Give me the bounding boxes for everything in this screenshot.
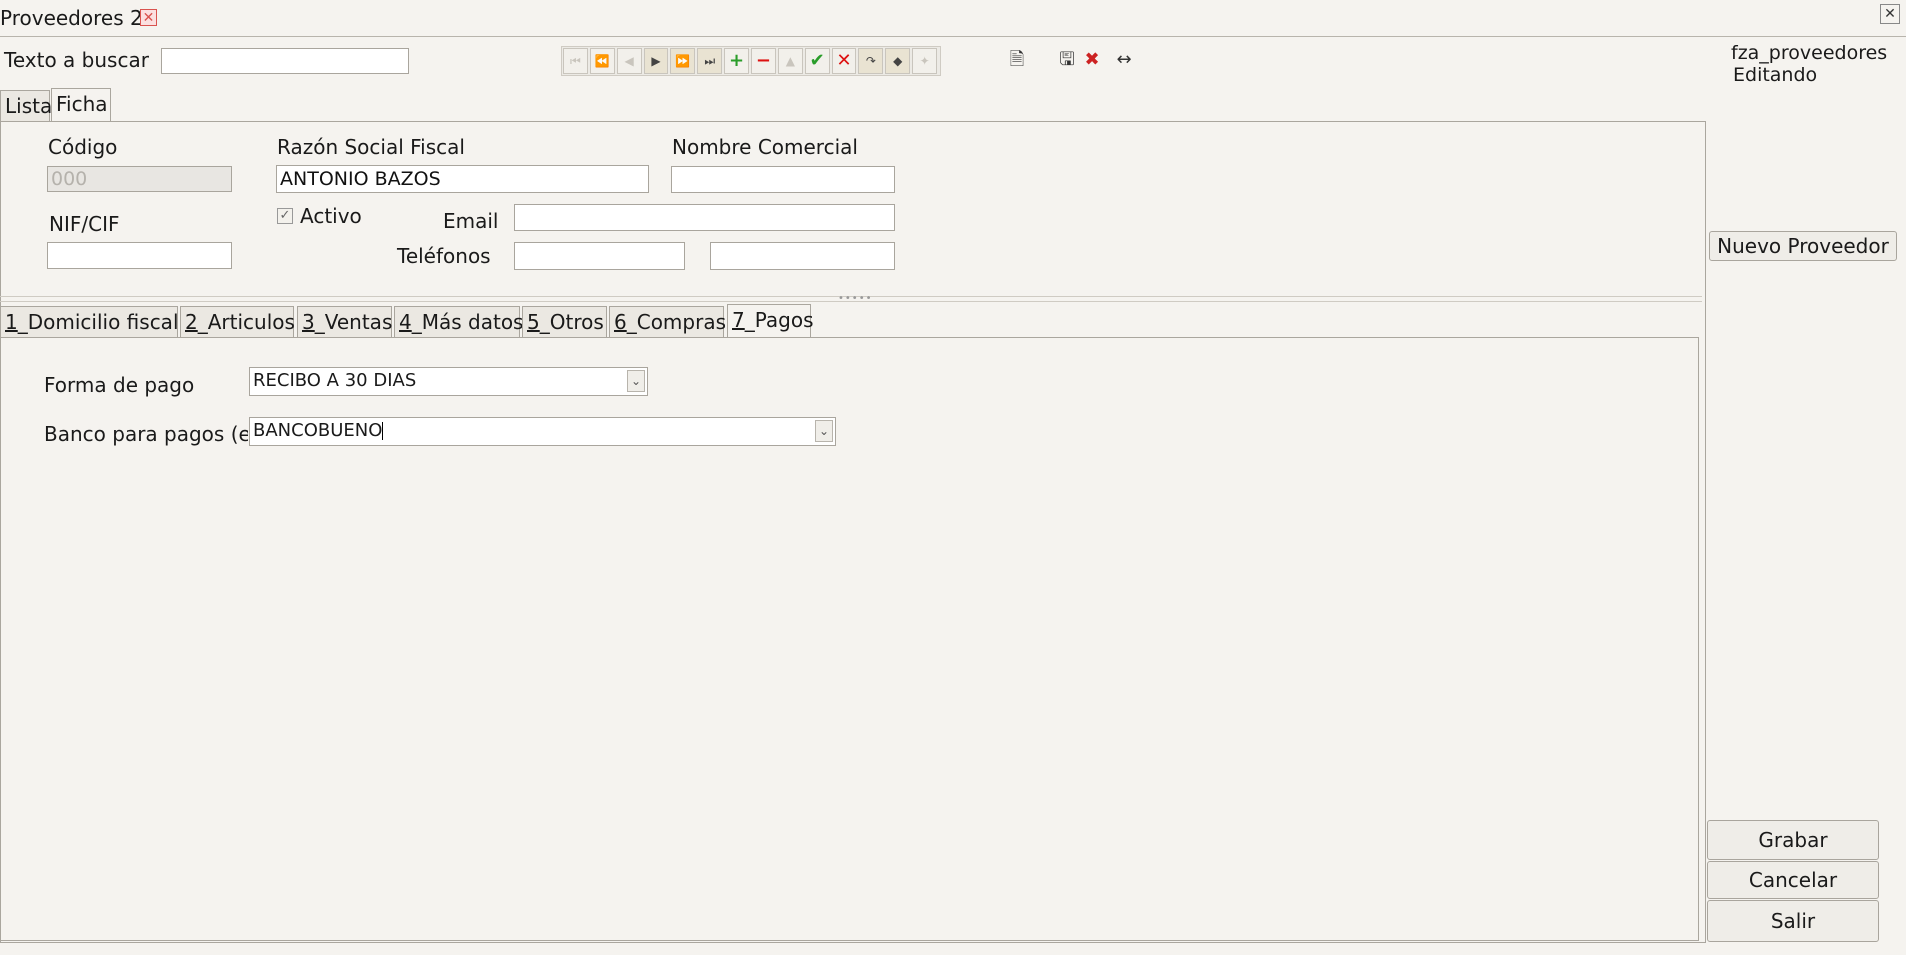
codigo-label: Código <box>48 135 118 159</box>
telefono2-field[interactable] <box>710 242 895 270</box>
add-icon[interactable]: + <box>724 48 750 74</box>
tab-label: _Otros <box>539 310 604 334</box>
tab-mnemonic: 4 <box>399 310 412 334</box>
tab-sub-4[interactable]: 4_Más datos <box>394 306 523 338</box>
extra-toolbar: 🗎 🖫 ✖ ↔ <box>1006 49 1135 73</box>
export-icon[interactable]: 🗎 <box>1006 49 1028 71</box>
tab-label: _Más datos <box>411 310 524 334</box>
cancel-icon[interactable]: ✕ <box>831 48 857 74</box>
tab-mnemonic: 3 <box>302 310 315 334</box>
mode-label: Editando <box>1733 64 1818 86</box>
banco-select[interactable]: BANCOBUENO ⌄ <box>249 417 836 446</box>
divider <box>0 36 1906 37</box>
prev-page-icon[interactable]: ⏪ <box>589 48 615 74</box>
tab-ficha[interactable]: Ficha <box>51 88 111 122</box>
resize-icon[interactable]: ↔ <box>1113 49 1135 71</box>
chevron-down-icon[interactable]: ⌄ <box>815 420 833 442</box>
nombre-comercial-field[interactable] <box>671 166 895 193</box>
activo-label: Activo <box>300 204 362 228</box>
tab-label: _Articulos <box>197 310 295 334</box>
tab-mnemonic: 2 <box>185 310 198 334</box>
save-icon[interactable]: 🖫 <box>1056 49 1078 71</box>
window-close-icon[interactable]: ✕ <box>1880 4 1900 24</box>
codigo-field[interactable] <box>47 166 232 192</box>
tab-sub-7[interactable]: 7_Pagos <box>727 304 814 338</box>
forma-pago-label: Forma de pago <box>44 373 195 397</box>
chevron-down-icon[interactable]: ⌄ <box>627 370 645 392</box>
last-record-icon[interactable]: ⏭ <box>697 48 723 74</box>
prev-record-icon[interactable]: ◀ <box>616 48 642 74</box>
forma-pago-select[interactable]: RECIBO A 30 DIAS ⌄ <box>249 367 648 396</box>
redo-icon[interactable]: ↷ <box>858 48 884 74</box>
razon-social-field[interactable] <box>276 165 649 193</box>
next-record-icon[interactable]: ▶ <box>643 48 669 74</box>
banco-label: Banco para pagos (em <box>44 422 248 446</box>
forma-pago-value: RECIBO A 30 DIAS <box>253 370 417 391</box>
telefonos-label: Teléfonos <box>397 244 491 268</box>
nuevo-proveedor-button[interactable]: Nuevo Proveedor <box>1709 231 1897 261</box>
salir-button[interactable]: Salir <box>1707 900 1879 942</box>
close-tab-icon[interactable]: ✕ <box>140 9 157 26</box>
tab-sub-3[interactable]: 3_Ventas <box>297 306 392 338</box>
nif-label: NIF/CIF <box>49 212 120 236</box>
next-page-icon[interactable]: ⏩ <box>670 48 696 74</box>
nif-field[interactable] <box>47 242 232 269</box>
window-tab-title[interactable]: Proveedores 2 <box>0 2 143 34</box>
tab-sub-5[interactable]: 5_Otros <box>522 306 607 338</box>
accept-icon[interactable]: ✔ <box>804 48 830 74</box>
pin-icon[interactable]: ◆ <box>885 48 911 74</box>
email-field[interactable] <box>514 204 895 231</box>
tab-label: _Compras <box>626 310 727 334</box>
tab-mnemonic: 7 <box>732 308 745 332</box>
banco-value[interactable]: BANCOBUENO <box>253 420 382 441</box>
tab-sub-2[interactable]: 2_Articulos <box>180 306 295 338</box>
delete-icon[interactable]: − <box>751 48 776 74</box>
cancelar-button[interactable]: Cancelar <box>1707 861 1879 899</box>
tab-label: _Domicilio fiscal <box>17 310 179 334</box>
tab-mnemonic: 6 <box>614 310 627 334</box>
tab-mnemonic: 1 <box>5 310 18 334</box>
search-label: Texto a buscar <box>4 48 149 72</box>
razon-social-label: Razón Social Fiscal <box>277 135 465 159</box>
magic-icon[interactable]: ✦ <box>912 48 938 74</box>
splitter-handle[interactable]: ••••• <box>0 294 1702 304</box>
up-icon[interactable]: ▲ <box>777 48 803 74</box>
activo-checkbox[interactable]: ✓ <box>277 208 293 224</box>
email-label: Email <box>443 209 499 233</box>
telefono1-field[interactable] <box>514 242 685 270</box>
navigation-toolbar: ⏮ ⏪ ◀ ▶ ⏩ ⏭ + − ▲ ✔ ✕ ↷ ◆ ✦ <box>561 46 941 76</box>
tab-lista[interactable]: Lista <box>0 90 52 122</box>
search-input[interactable] <box>161 48 409 74</box>
first-record-icon[interactable]: ⏮ <box>563 48 588 74</box>
discard-icon[interactable]: ✖ <box>1081 49 1103 71</box>
tab-mnemonic: 5 <box>527 310 540 334</box>
tab-sub-6[interactable]: 6_Compras <box>609 306 727 338</box>
form-name-label: fza_proveedores <box>1731 42 1888 64</box>
nombre-comercial-label: Nombre Comercial <box>672 135 858 159</box>
tab-label: _Pagos <box>744 308 814 332</box>
tab-label: _Ventas <box>314 310 393 334</box>
tab-sub-1[interactable]: 1_Domicilio fiscal <box>0 306 179 338</box>
grabar-button[interactable]: Grabar <box>1707 820 1879 860</box>
